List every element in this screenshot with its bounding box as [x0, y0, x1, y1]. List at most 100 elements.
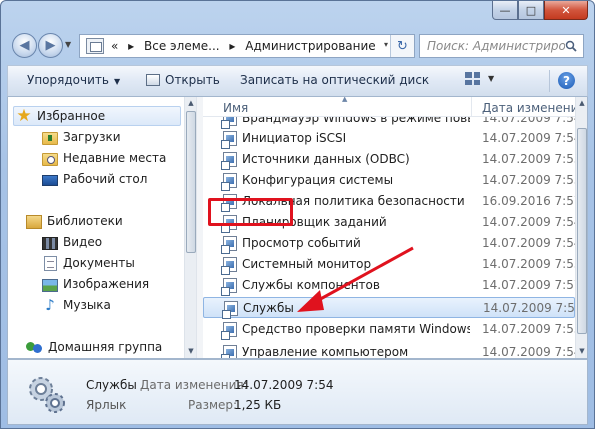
burn-to-disc-button[interactable]: Записать на оптический диск [240, 73, 429, 87]
column-headers: ▲ Имя Дата изменения [203, 97, 586, 117]
minimize-button[interactable]: — [492, 1, 518, 20]
open-button[interactable]: Открыть [146, 73, 220, 87]
nav-item-documents[interactable]: Документы [42, 253, 135, 273]
caption-buttons: — □ ✕ [492, 1, 588, 21]
nav-item-homegroup[interactable]: Домашняя группа [26, 337, 162, 357]
breadcrumb-administration[interactable]: Администрирование [245, 39, 375, 53]
nav-item-favorites[interactable]: ★ Избранное [13, 106, 181, 126]
view-options-icon [465, 72, 480, 85]
file-scroll-thumb[interactable] [577, 128, 587, 334]
nav-item-downloads[interactable]: Загрузки [42, 127, 121, 147]
shortcut-icon [221, 173, 237, 191]
file-row[interactable]: Конфигурация системы 14.07.2009 7:53 [203, 170, 575, 191]
shortcut-icon [221, 117, 237, 129]
command-toolbar: Упорядочить ▼ Открыть Записать на оптичес… [7, 65, 588, 97]
search-icon[interactable] [565, 40, 577, 52]
nav-item-recent-places[interactable]: Недавние места [42, 148, 166, 168]
file-date: 14.07.2009 7:54 [482, 117, 575, 125]
nav-item-label: Загрузки [63, 130, 121, 144]
file-row[interactable]: Инициатор iSCSI 14.07.2009 7:54 [203, 128, 575, 149]
organize-button[interactable]: Упорядочить ▼ [27, 73, 120, 87]
column-name-header[interactable]: Имя [223, 101, 248, 115]
details-pane: Службы Ярлык Дата изменения: 14.07.2009 … [7, 359, 588, 425]
file-name: Брандмауэр Windows в режиме повы... [242, 117, 470, 125]
details-file-type: Ярлык [86, 398, 127, 412]
scroll-up-icon[interactable]: ▲ [576, 97, 587, 110]
nav-scrollbar[interactable]: ▲ ▼ [184, 97, 196, 358]
nav-item-label: Избранное [37, 109, 106, 123]
pane-splitter[interactable] [196, 97, 203, 358]
nav-scroll-thumb[interactable] [186, 111, 196, 253]
documents-icon [44, 255, 57, 271]
help-button[interactable]: ? [558, 72, 575, 89]
nav-item-label: Музыка [63, 298, 111, 312]
nav-item-pictures[interactable]: Изображения [42, 274, 149, 294]
file-row-selected[interactable]: Службы 14.07.2009 7:54 [203, 297, 575, 319]
nav-item-label: Библиотеки [47, 214, 123, 228]
breadcrumb-all-items[interactable]: Все элеме... [144, 39, 220, 53]
file-date: 14.07.2009 7:54 [482, 131, 575, 145]
control-panel-icon [86, 38, 104, 54]
forward-button[interactable]: ▶ [38, 33, 63, 58]
nav-item-video[interactable]: Видео [42, 232, 102, 252]
recent-pages-dropdown[interactable]: ▼ [65, 40, 71, 49]
breadcrumb-separator[interactable]: ▸ [229, 39, 235, 53]
highlight-box [208, 198, 293, 226]
breadcrumb-separator[interactable]: ▸ [128, 39, 134, 53]
file-row[interactable]: Просмотр событий 14.07.2009 7:54 [203, 233, 575, 254]
maximize-button[interactable]: □ [518, 1, 544, 20]
forward-arrow-icon: ▶ [45, 38, 56, 53]
file-row[interactable]: Средство проверки памяти Windows 14.07.20… [203, 319, 575, 340]
nav-item-music[interactable]: ♪ Музыка [42, 295, 111, 315]
file-date: 14.07.2009 7:53 [482, 152, 575, 166]
pictures-icon [42, 278, 58, 292]
file-row[interactable]: Источники данных (ODBC) 14.07.2009 7:53 [203, 149, 575, 170]
music-icon: ♪ [45, 296, 55, 314]
column-divider[interactable] [471, 97, 472, 117]
close-button[interactable]: ✕ [544, 1, 588, 20]
file-date: 16.09.2016 7:57 [482, 194, 575, 208]
libraries-icon [26, 214, 42, 229]
nav-item-label: Рабочий стол [63, 172, 148, 186]
file-name: Управление компьютером [242, 345, 409, 358]
sort-ascending-icon: ▲ [342, 97, 348, 103]
file-name: Инициатор iSCSI [242, 131, 347, 145]
file-scrollbar[interactable]: ▲ ▼ [575, 97, 587, 358]
open-icon [146, 74, 160, 86]
file-date: 14.07.2009 7:54 [483, 301, 575, 315]
search-input[interactable]: Поиск: Администрирование [419, 34, 584, 58]
file-name: Средство проверки памяти Windows [242, 322, 470, 336]
recent-places-icon [42, 152, 58, 166]
file-rows: Брандмауэр Windows в режиме повы... 14.07… [203, 117, 575, 358]
file-date: 14.07.2009 7:57 [482, 278, 575, 292]
downloads-folder-icon [42, 131, 58, 145]
back-arrow-icon: ◀ [19, 38, 30, 53]
file-date: 14.07.2009 7:54 [482, 345, 575, 358]
file-row[interactable]: Службы компонентов 14.07.2009 7:57 [203, 275, 575, 296]
file-name: Источники данных (ODBC) [242, 152, 410, 166]
nav-item-label: Изображения [63, 277, 150, 291]
nav-item-desktop[interactable]: Рабочий стол [42, 169, 147, 189]
shortcut-icon [221, 131, 237, 149]
breadcrumb-overflow[interactable]: « [111, 39, 118, 53]
file-row[interactable]: Системный монитор 14.07.2009 7:53 [203, 254, 575, 275]
services-icon [222, 301, 238, 319]
change-view-button[interactable]: ▼ [465, 72, 494, 85]
column-date-header[interactable]: Дата изменения [482, 101, 586, 115]
details-modified-value: 14.07.2009 7:54 [234, 378, 334, 392]
refresh-button[interactable]: ↻ [390, 35, 414, 57]
back-button[interactable]: ◀ [12, 33, 37, 58]
address-dropdown-icon[interactable]: ▾ [384, 40, 388, 49]
star-icon: ★ [16, 106, 32, 126]
chevron-down-icon: ▼ [488, 74, 495, 83]
content-area: ★ Избранное Загрузки Недавние места Рабо… [7, 97, 588, 359]
scroll-down-icon[interactable]: ▼ [576, 345, 587, 358]
address-bar[interactable]: « ▸ Все элеме... ▸ Администрирование ▾ ↻ [79, 34, 415, 58]
details-size-value: 1,25 КБ [234, 398, 282, 412]
explorer-window: — □ ✕ ◀ ▶ ▼ « ▸ Все элеме... ▸ Администр… [0, 0, 595, 429]
file-row[interactable]: Управление компьютером 14.07.2009 7:54 [203, 342, 575, 358]
nav-item-libraries[interactable]: Библиотеки [26, 211, 123, 231]
navigation-bar: ◀ ▶ ▼ « ▸ Все элеме... ▸ Администрирован… [7, 31, 588, 61]
file-date: 14.07.2009 7:53 [482, 257, 575, 271]
file-date: 14.07.2009 7:54 [482, 215, 575, 229]
